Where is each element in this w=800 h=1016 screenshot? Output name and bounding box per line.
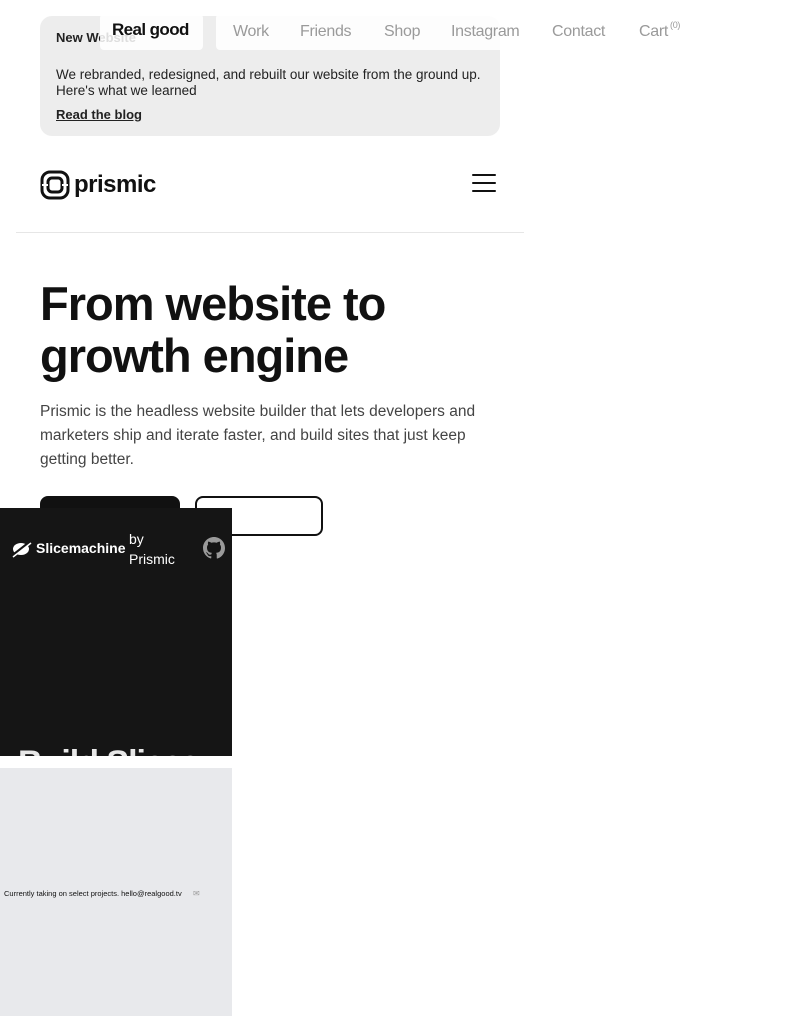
contact-text: Currently taking on select projects. hel…	[4, 889, 182, 898]
banner-text: We rebranded, redesigned, and rebuilt ou…	[56, 67, 481, 98]
nav-item-friends[interactable]: Friends	[300, 23, 352, 41]
slicemachine-panel: Slicemachine by Prismic Build Slices	[0, 508, 232, 756]
slicemachine-logo-icon	[11, 540, 32, 558]
hero-title: From website to growth engine	[40, 277, 386, 382]
prismic-logo[interactable]: prismic	[40, 170, 156, 200]
nav-item-shop[interactable]: Shop	[384, 23, 420, 41]
read-blog-link[interactable]: Read the blog	[56, 107, 142, 122]
hero-subtitle: Prismic is the headless website builder …	[40, 403, 476, 468]
nav-item-work[interactable]: Work	[233, 23, 269, 41]
nav-item-cart[interactable]: Cart (0)	[639, 20, 681, 41]
slicemachine-name: Slicemachine	[36, 540, 126, 556]
nav-item-contact[interactable]: Contact	[552, 23, 605, 41]
github-icon[interactable]	[203, 537, 225, 559]
slicemachine-by: by Prismic	[129, 531, 175, 567]
mail-icon: ✉	[193, 889, 200, 898]
realgood-logo[interactable]: Real good	[112, 20, 189, 40]
prismic-header: prismic	[16, 152, 524, 233]
cart-label: Cart	[639, 23, 669, 40]
hamburger-menu-icon[interactable]	[472, 174, 496, 192]
prismic-logo-icon	[40, 170, 70, 200]
nav-item-instagram[interactable]: Instagram	[451, 23, 520, 41]
prismic-logo-text: prismic	[74, 171, 156, 198]
cart-count: (0)	[670, 20, 681, 30]
slicemachine-headline: Build Slices	[18, 744, 200, 756]
contact-panel: Currently taking on select projects. hel…	[0, 768, 232, 1016]
